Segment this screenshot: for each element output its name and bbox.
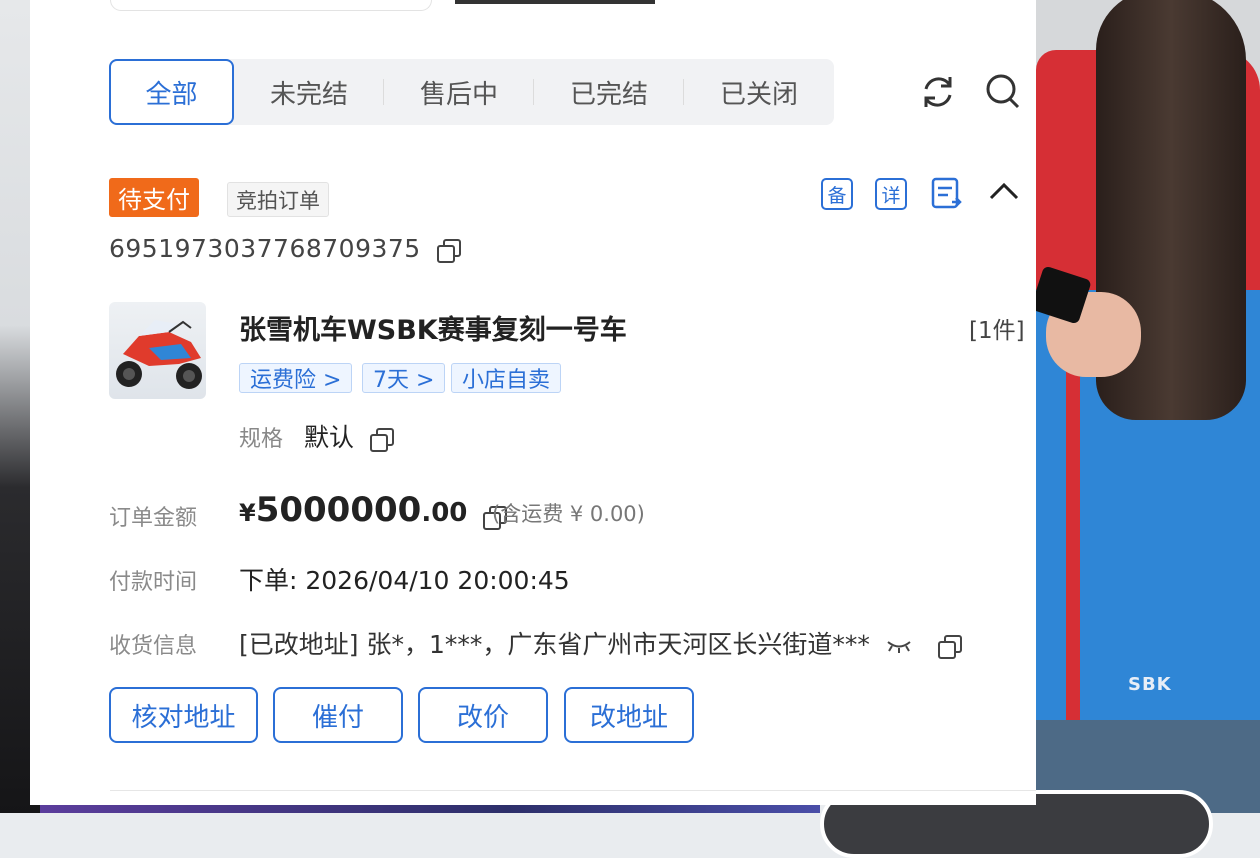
spec-label: 规格 xyxy=(239,427,284,452)
spec-value: 默认 xyxy=(304,418,394,454)
record-icon[interactable] xyxy=(930,176,964,212)
copy-spec-icon[interactable] xyxy=(369,428,394,452)
tab-completed[interactable]: 已完结 xyxy=(534,59,684,125)
chevron-up-icon[interactable] xyxy=(988,180,1020,202)
spec-value-text: 默认 xyxy=(304,423,355,452)
payment-time-label: 付款时间 xyxy=(109,570,198,595)
status-badge: 待支付 xyxy=(109,178,199,217)
amount-integer: 5000000 xyxy=(255,490,422,530)
address-text: [已改地址] 张*，1***，广东省广州市天河区长兴街道*** xyxy=(239,630,870,659)
note-icon[interactable]: 备 xyxy=(821,178,853,210)
refresh-icon[interactable] xyxy=(918,72,958,112)
detail-icon[interactable]: 详 xyxy=(875,178,907,210)
payment-time-value: 下单: 2026/04/10 20:00:45 xyxy=(239,566,570,595)
product-thumbnail[interactable] xyxy=(109,302,206,399)
order-amount: ¥5000000.00 xyxy=(239,490,507,530)
eye-closed-icon[interactable] xyxy=(886,637,912,655)
tag-7day-return[interactable]: 7天 > xyxy=(362,363,446,393)
background-strip xyxy=(40,805,820,813)
address-label: 收货信息 xyxy=(109,634,198,659)
change-address-button[interactable]: 改地址 xyxy=(564,687,694,743)
divider xyxy=(110,790,1036,791)
verify-address-button[interactable]: 核对地址 xyxy=(109,687,258,743)
order-filter-tabs: 全部 未完结 售后中 已完结 已关闭 xyxy=(109,59,834,125)
tag-freight-insurance[interactable]: 运费险 > xyxy=(239,363,353,393)
copy-icon[interactable] xyxy=(437,239,462,263)
order-id: 6951973037768709375 xyxy=(109,234,462,263)
product-quantity: [1件] xyxy=(969,318,1025,344)
top-card-edge xyxy=(110,0,432,11)
tab-after-sales[interactable]: 售后中 xyxy=(384,59,534,125)
order-type-badge: 竞拍订单 xyxy=(227,182,329,217)
urge-payment-button[interactable]: 催付 xyxy=(273,687,403,743)
tab-all[interactable]: 全部 xyxy=(109,59,234,125)
tab-closed[interactable]: 已关闭 xyxy=(684,59,834,125)
top-edge-bar xyxy=(455,0,655,4)
background-logo: SBK xyxy=(1128,674,1172,695)
tab-unfinished[interactable]: 未完结 xyxy=(234,59,384,125)
order-panel: 全部 未完结 售后中 已完结 已关闭 待支付 竞拍订单 备 详 69519730… xyxy=(30,0,1036,805)
background-video: SBK xyxy=(1036,0,1260,813)
amount-decimal: .00 xyxy=(421,498,468,528)
background-stripe xyxy=(1066,160,1080,720)
order-id-text: 6951973037768709375 xyxy=(109,234,421,263)
search-icon[interactable] xyxy=(983,71,1023,111)
product-title[interactable]: 张雪机车WSBK赛事复刻一号车 xyxy=(239,308,627,347)
copy-address-icon[interactable] xyxy=(937,635,962,659)
amount-currency: ¥ xyxy=(239,499,256,527)
shipping-fee-note: (含运费 ¥ 0.00) xyxy=(492,502,645,526)
address-info: [已改地址] 张*，1***，广东省广州市天河区长兴街道*** xyxy=(239,625,962,661)
change-price-button[interactable]: 改价 xyxy=(418,687,548,743)
tag-store-self-sale: 小店自卖 xyxy=(451,363,562,393)
amount-label: 订单金额 xyxy=(109,506,198,531)
